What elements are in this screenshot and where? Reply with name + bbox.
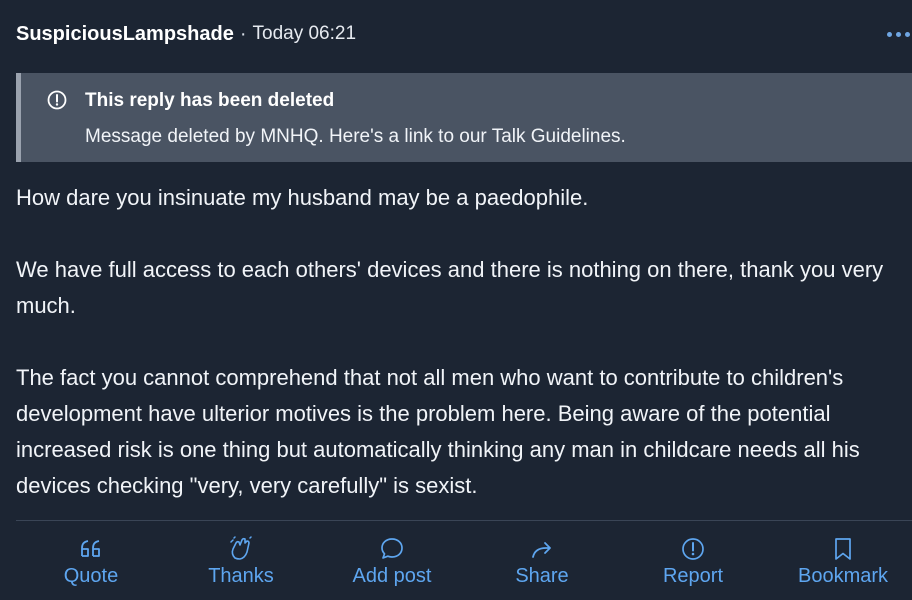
post-body: How dare you insinuate my husband may be… [16,180,886,540]
post-timestamp: Today 06:21 [252,23,357,44]
post-header: SuspiciousLampshade · Today 06:21 [16,20,912,48]
share-label: Share [515,565,569,587]
report-button[interactable]: Report [633,534,753,594]
bookmark-label: Bookmark [797,565,889,587]
talk-guidelines-link[interactable]: Talk Guidelines [492,126,621,147]
report-icon [682,538,704,560]
thanks-button[interactable]: Thanks [181,534,301,594]
notice-body-suffix: . [620,126,626,147]
post: SuspiciousLampshade · Today 06:21 This r… [0,0,912,600]
more-options-icon[interactable] [878,20,912,48]
comment-icon [381,538,403,559]
header-separator: · [239,22,247,45]
post-actions-bar: Quote Thanks Add post Share Report Bookm… [0,534,912,594]
add-post-label: Add post [352,565,432,587]
share-icon [532,542,551,558]
notice-body-prefix: Message deleted by MNHQ. Here's a link t… [85,126,492,147]
post-paragraph: How dare you insinuate my husband may be… [16,185,589,210]
deleted-notice: This reply has been deleted Message dele… [16,73,912,162]
bookmark-icon [835,538,851,560]
quote-icon [81,540,100,557]
author-name[interactable]: SuspiciousLampshade [16,23,234,46]
clap-icon [230,536,252,560]
thanks-label: Thanks [208,565,274,587]
info-icon [47,90,67,110]
report-label: Report [662,565,724,587]
add-post-button[interactable]: Add post [332,534,452,594]
bookmark-button[interactable]: Bookmark [783,534,903,594]
quote-label: Quote [63,565,119,587]
actions-divider [16,520,912,521]
share-button[interactable]: Share [482,534,602,594]
notice-body: Message deleted by MNHQ. Here's a link t… [85,126,626,148]
post-paragraph: The fact you cannot comprehend that not … [16,365,860,498]
quote-button[interactable]: Quote [31,534,151,594]
post-paragraph: We have full access to each others' devi… [16,257,884,318]
notice-title: This reply has been deleted [85,90,335,111]
